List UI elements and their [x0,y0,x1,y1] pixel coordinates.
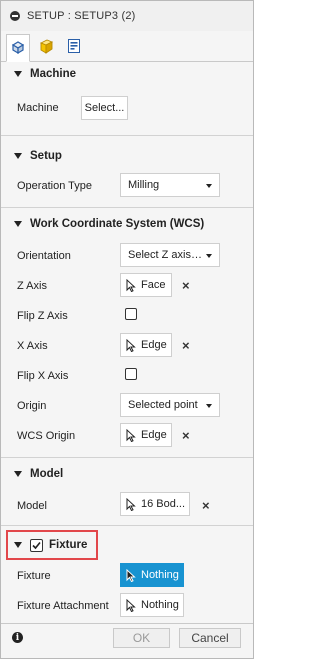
operation-type-select[interactable]: Milling [120,173,220,197]
cursor-arrow-icon [126,497,136,511]
setup-section-header[interactable]: Setup [1,146,253,166]
cancel-button[interactable]: Cancel [179,628,241,648]
post-process-tab-icon [66,38,82,57]
cursor-arrow-icon [126,568,136,582]
x-axis-label: X Axis [17,340,48,352]
z-axis-selection[interactable]: Face [120,273,172,297]
model-selection[interactable]: 16 Bod... [120,492,190,516]
collapse-caret-icon[interactable] [14,471,22,477]
origin-label: Origin [17,400,47,412]
machine-section-header[interactable]: Machine [1,64,253,84]
x-axis-selection[interactable]: Edge [120,333,172,357]
section-divider [1,207,253,208]
operation-type-label: Operation Type [17,180,93,192]
fixture-attachment-label: Fixture Attachment [17,600,109,612]
model-section-header[interactable]: Model [1,464,253,484]
chevron-down-icon [206,254,212,258]
tab-setup[interactable] [6,34,30,62]
fixture-selection-active[interactable]: Nothing [120,563,184,587]
wcs-header-label: Work Coordinate System (WCS) [30,218,205,230]
cursor-arrow-icon [126,278,136,292]
machine-header-label: Machine [30,68,77,80]
tab-stock[interactable] [34,34,58,60]
flip-z-checkbox[interactable] [125,308,137,320]
fixture-attachment-value: Nothing [141,599,179,611]
clear-x-axis-icon[interactable]: × [182,338,190,353]
checkmark-icon [32,541,41,549]
origin-value: Selected point [128,399,198,411]
machine-label: Machine [17,102,59,114]
operation-type-value: Milling [128,179,160,191]
collapse-caret-icon[interactable] [14,153,22,159]
x-axis-value: Edge [141,339,167,351]
setup-dialog: SETUP : SETUP3 (2) Machine Machine Selec… [0,0,254,659]
fixture-label: Fixture [17,570,51,582]
setup-header-label: Setup [30,150,62,162]
section-divider [1,135,253,136]
setup-tab-icon [10,39,26,58]
footer-divider [1,623,253,624]
orientation-value: Select Z axis/plane & X axis [128,249,204,261]
dialog-title: SETUP : SETUP3 (2) [27,10,136,22]
stock-tab-icon [38,38,54,57]
clear-z-axis-icon[interactable]: × [182,278,190,293]
collapse-caret-icon[interactable] [14,71,22,77]
cursor-arrow-icon [126,338,136,352]
flip-x-label: Flip X Axis [17,370,69,382]
wcs-section-header[interactable]: Work Coordinate System (WCS) [1,214,253,234]
model-value: 16 Bod... [141,498,186,510]
flip-x-checkbox[interactable] [125,368,137,380]
origin-select[interactable]: Selected point [120,393,220,417]
section-divider [1,525,253,526]
orientation-select[interactable]: Select Z axis/plane & X axis [120,243,220,267]
collapse-caret-icon[interactable] [14,221,22,227]
collapse-icon[interactable] [10,11,20,21]
section-divider [1,457,253,458]
z-axis-value: Face [141,279,166,291]
model-header-label: Model [30,468,64,480]
fixture-section-header[interactable]: Fixture [1,535,253,555]
clear-wcs-origin-icon[interactable]: × [182,428,190,443]
tab-post-process[interactable] [62,34,86,60]
wcs-origin-value: Edge [141,429,167,441]
tab-bar [1,31,253,62]
machine-select-label: Select... [84,102,125,114]
wcs-origin-selection[interactable]: Edge [120,423,172,447]
flip-z-label: Flip Z Axis [17,310,68,322]
fixture-value: Nothing [141,569,179,581]
info-icon[interactable]: i [12,632,23,643]
ok-button[interactable]: OK [113,628,170,648]
cursor-arrow-icon [126,428,136,442]
title-bar[interactable]: SETUP : SETUP3 (2) [1,1,253,31]
wcs-origin-label: WCS Origin [17,430,76,442]
fixture-enable-checkbox[interactable] [30,538,43,552]
machine-select-button[interactable]: Select... [81,96,128,120]
clear-model-icon[interactable]: × [202,498,210,513]
cursor-arrow-icon [126,598,136,612]
fixture-attachment-selection[interactable]: Nothing [120,593,184,617]
chevron-down-icon [206,184,212,188]
model-label: Model [17,500,47,512]
collapse-caret-icon[interactable] [14,542,22,548]
fixture-header-label: Fixture [49,539,88,551]
z-axis-label: Z Axis [17,280,47,292]
chevron-down-icon [206,404,212,408]
orientation-label: Orientation [17,250,71,262]
